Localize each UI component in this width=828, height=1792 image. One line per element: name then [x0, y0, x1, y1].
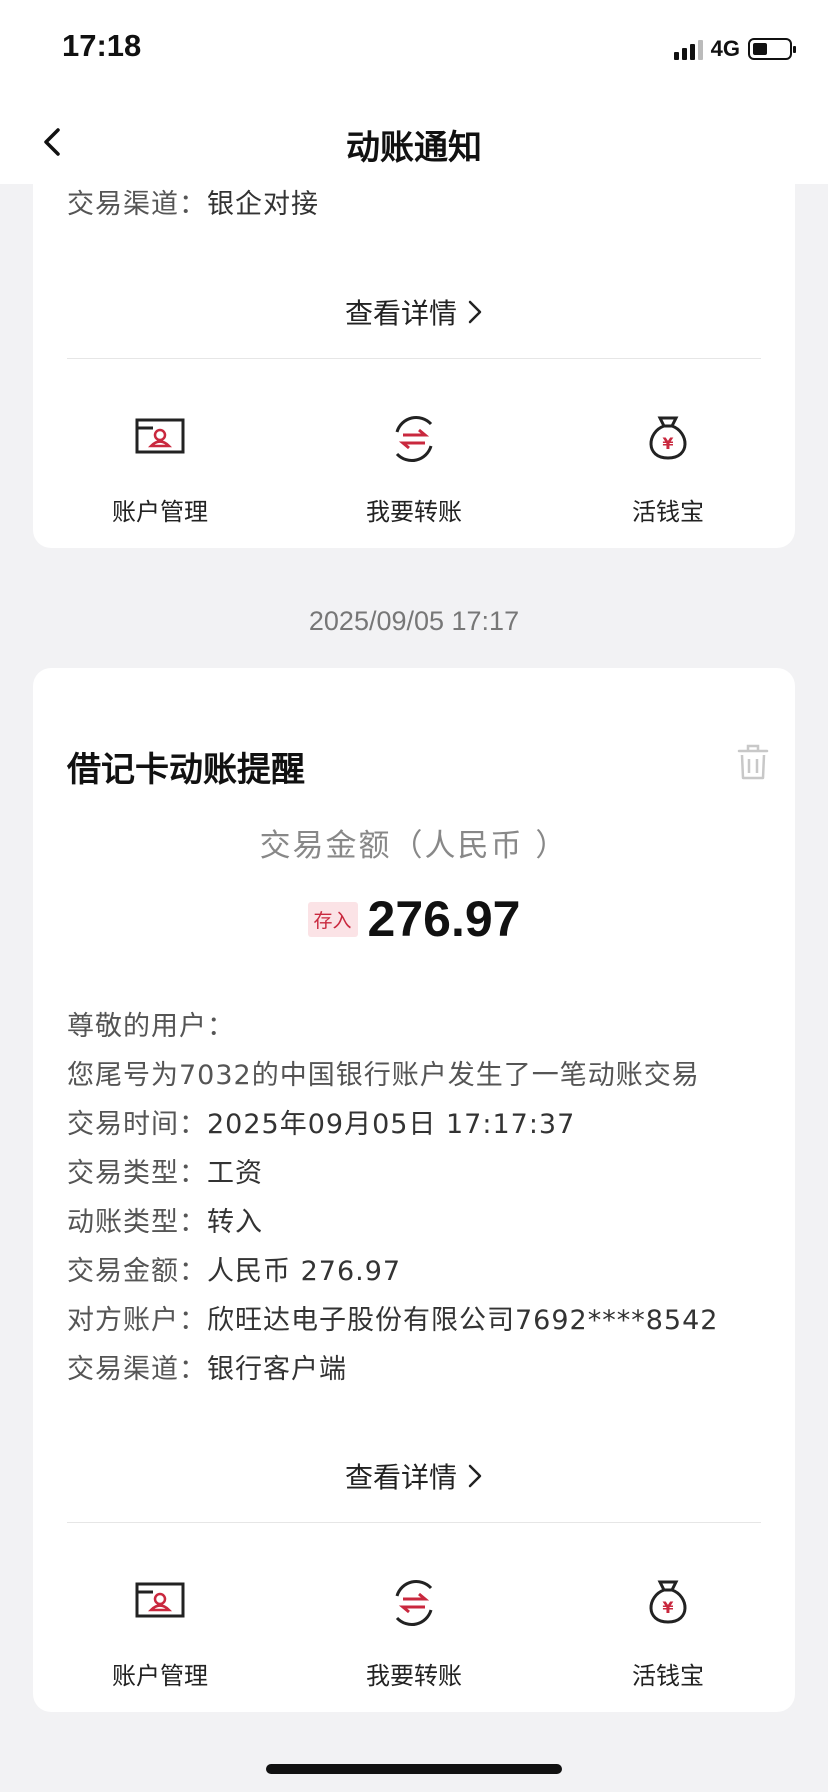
- status-time: 17:18: [62, 28, 142, 63]
- trash-icon[interactable]: [733, 742, 773, 782]
- transaction-type-row: 交易类型：工资: [67, 1158, 263, 1189]
- money-bag-icon: ¥: [649, 416, 687, 460]
- field-label: 交易渠道：: [67, 189, 207, 220]
- action-label: 账户管理: [112, 1662, 208, 1690]
- amount-row: 存入 276.97: [33, 890, 795, 948]
- chevron-right-icon: [468, 1464, 482, 1488]
- chevron-right-icon: [468, 300, 482, 324]
- greeting: 尊敬的用户：: [67, 1011, 235, 1042]
- huoqianbao-button[interactable]: ¥ 活钱宝: [541, 1576, 795, 1706]
- view-details-link[interactable]: 查看详情: [33, 292, 795, 332]
- quick-actions: 账户管理 我要转账 ¥ 活钱宝: [33, 412, 795, 542]
- view-details-link[interactable]: 查看详情: [33, 1456, 795, 1496]
- battery-icon: [748, 38, 796, 60]
- account-card-icon: [135, 1582, 185, 1618]
- account-management-button[interactable]: 账户管理: [33, 412, 287, 542]
- divider: [67, 358, 761, 359]
- view-details-label: 查看详情: [344, 297, 457, 330]
- deposit-badge: 存入: [307, 901, 358, 937]
- notification-card: 借记卡动账提醒 交易金额（人民币 ） 存入 276.97 尊敬的用户： 您尾号为…: [33, 668, 795, 1712]
- view-details-label: 查看详情: [344, 1461, 457, 1494]
- divider: [67, 1522, 761, 1523]
- status-indicators: 4G: [673, 36, 796, 62]
- notification-date: 2025/09/05 17:17: [308, 606, 520, 636]
- account-management-button[interactable]: 账户管理: [33, 1576, 287, 1706]
- transaction-amount-row: 交易金额：人民币 276.97: [67, 1256, 402, 1287]
- huoqianbao-button[interactable]: ¥ 活钱宝: [541, 412, 795, 542]
- action-label: 活钱宝: [632, 498, 704, 526]
- transfer-button[interactable]: 我要转账: [287, 412, 541, 542]
- transfer-button[interactable]: 我要转账: [287, 1576, 541, 1706]
- previous-notification-card: 交易渠道：银企对接 查看详情 账户管理 我要转账 ¥ 活钱宝: [33, 120, 795, 548]
- home-indicator[interactable]: [266, 1764, 562, 1774]
- action-label: 我要转账: [366, 498, 462, 526]
- transaction-time-row: 交易时间：2025年09月05日 17:17:37: [67, 1109, 576, 1140]
- transfer-icon: [395, 1580, 433, 1626]
- page-title: 动账通知: [346, 128, 482, 168]
- quick-actions: 账户管理 我要转账 ¥ 活钱宝: [33, 1576, 795, 1706]
- transaction-channel-row: 交易渠道：银行客户端: [67, 1354, 347, 1385]
- signal-icon: [673, 38, 703, 60]
- transaction-amount: 276.97: [367, 891, 521, 947]
- card-title: 借记卡动账提醒: [67, 750, 305, 790]
- account-card-icon: [135, 418, 185, 454]
- notification-message: 您尾号为7032的中国银行账户发生了一笔动账交易: [67, 1060, 700, 1091]
- amount-label: 交易金额（人民币 ）: [259, 828, 569, 864]
- status-bar: 17:18 4G: [0, 0, 828, 100]
- svg-text:¥: ¥: [662, 434, 673, 453]
- field-value: 银企对接: [207, 189, 319, 220]
- movement-type-row: 动账类型：转入: [67, 1207, 263, 1238]
- counterparty-account-row: 对方账户：欣旺达电子股份有限公司7692****8542: [67, 1305, 719, 1336]
- money-bag-icon: ¥: [649, 1580, 687, 1624]
- action-label: 我要转账: [366, 1662, 462, 1690]
- nav-bar: 动账通知: [0, 100, 828, 184]
- transaction-channel-row: 交易渠道：银企对接: [67, 182, 319, 221]
- network-type: 4G: [710, 36, 740, 61]
- svg-text:¥: ¥: [662, 1598, 673, 1617]
- action-label: 账户管理: [112, 498, 208, 526]
- action-label: 活钱宝: [632, 1662, 704, 1690]
- transfer-icon: [395, 416, 433, 462]
